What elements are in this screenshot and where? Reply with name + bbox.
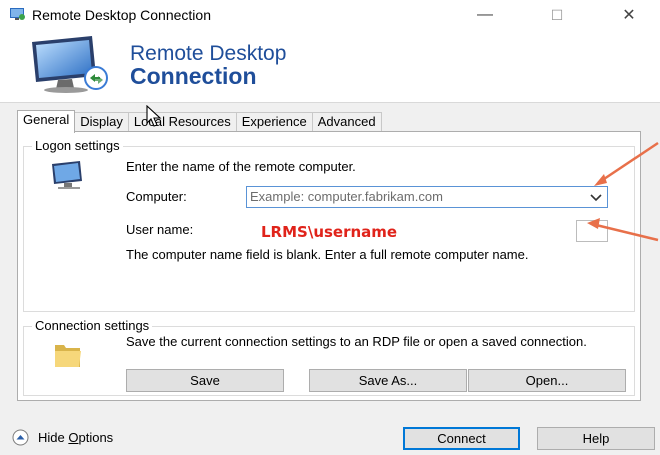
username-annotation: LRMS\username xyxy=(261,223,398,241)
help-button[interactable]: Help xyxy=(537,427,655,450)
tab-strip: General Display Local Resources Experien… xyxy=(17,110,382,133)
close-button[interactable]: ✕ xyxy=(606,0,652,30)
hide-options-toggle[interactable]: Hide Options xyxy=(12,429,113,446)
tab-local-resources[interactable]: Local Resources xyxy=(127,112,237,132)
logon-settings-legend: Logon settings xyxy=(32,138,123,153)
mouse-cursor-icon xyxy=(146,105,162,127)
hide-options-label[interactable]: Hide Options xyxy=(38,430,113,445)
remote-desktop-app-icon xyxy=(10,8,25,20)
window-title: Remote Desktop Connection xyxy=(32,7,211,23)
logon-settings-group: Logon settings Enter the name of the rem… xyxy=(23,138,635,312)
tab-experience[interactable]: Experience xyxy=(235,112,313,132)
banner: Remote Desktop Connection xyxy=(0,30,660,103)
monitor-connection-icon xyxy=(32,36,108,93)
user-name-label: User name: xyxy=(126,222,194,237)
logon-note-text: The computer name field is blank. Enter … xyxy=(126,247,529,262)
minimize-button[interactable]: — xyxy=(462,0,508,30)
save-button[interactable]: Save xyxy=(126,369,284,392)
tab-display[interactable]: Display xyxy=(74,112,129,132)
logon-intro-text: Enter the name of the remote computer. xyxy=(126,159,356,174)
save-as-button[interactable]: Save As... xyxy=(309,369,467,392)
title-bar: Remote Desktop Connection — ☐ ✕ xyxy=(0,0,660,30)
connection-settings-group: Connection settings Save the current con… xyxy=(23,318,635,396)
banner-title-line2: Connection xyxy=(130,63,257,89)
computer-combobox[interactable]: Example: computer.fabrikam.com xyxy=(246,186,608,208)
folder-icon xyxy=(55,345,81,367)
connection-settings-text: Save the current connection settings to … xyxy=(126,334,587,349)
connection-settings-legend: Connection settings xyxy=(32,318,153,333)
annotation-arrows-icon xyxy=(587,141,659,242)
connect-button[interactable]: Connect xyxy=(403,427,520,450)
tab-advanced[interactable]: Advanced xyxy=(311,112,382,132)
maximize-button[interactable]: ☐ xyxy=(534,0,580,30)
chevron-up-circle-icon[interactable] xyxy=(12,429,29,446)
open-button[interactable]: Open... xyxy=(468,369,626,392)
general-tab-panel: Logon settings Enter the name of the rem… xyxy=(17,131,641,401)
computer-input[interactable]: Example: computer.fabrikam.com xyxy=(250,189,443,204)
computer-icon xyxy=(52,161,82,189)
computer-label: Computer: xyxy=(126,189,187,204)
tab-general[interactable]: General xyxy=(17,110,76,133)
